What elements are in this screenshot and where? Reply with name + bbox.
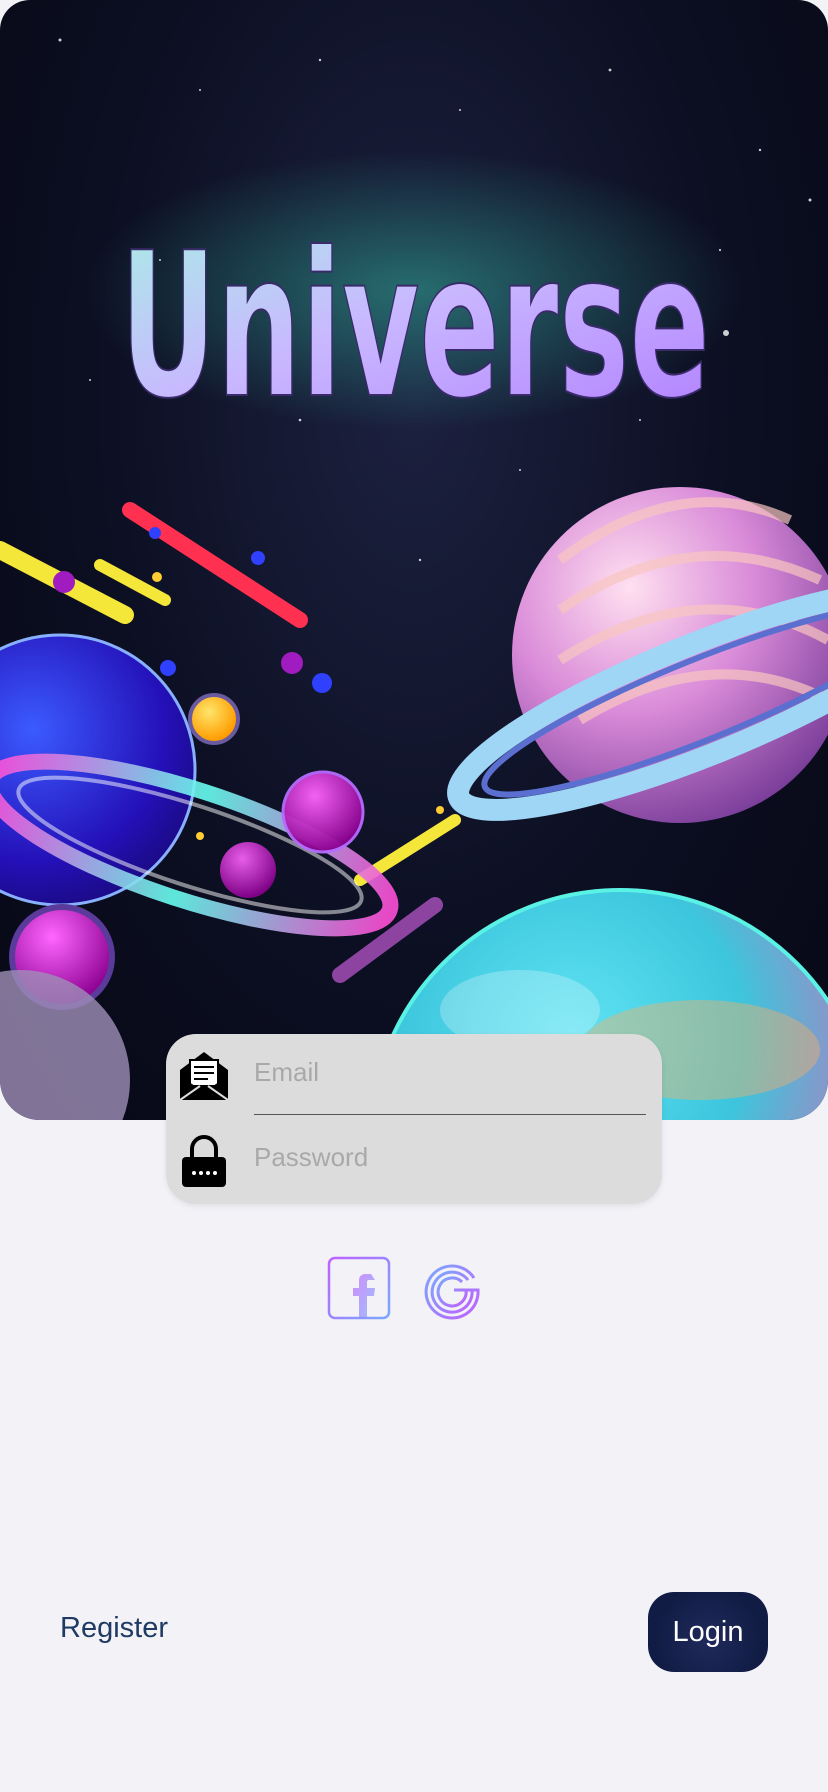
app-title: Universe (120, 210, 710, 443)
envelope-icon (179, 1052, 229, 1101)
login-card (166, 1034, 662, 1204)
hero-illustration: Universe (0, 0, 828, 1120)
space-illustration: Universe (0, 38, 828, 1120)
register-link[interactable]: Register (60, 1612, 168, 1645)
login-button[interactable]: Login (648, 1592, 768, 1672)
password-field[interactable] (254, 1137, 644, 1177)
google-icon[interactable] (420, 1256, 484, 1320)
email-field[interactable] (254, 1052, 644, 1092)
field-divider (254, 1114, 646, 1115)
padlock-icon (182, 1135, 226, 1187)
password-row (166, 1119, 662, 1204)
email-row (166, 1034, 662, 1119)
facebook-icon[interactable] (327, 1256, 391, 1320)
